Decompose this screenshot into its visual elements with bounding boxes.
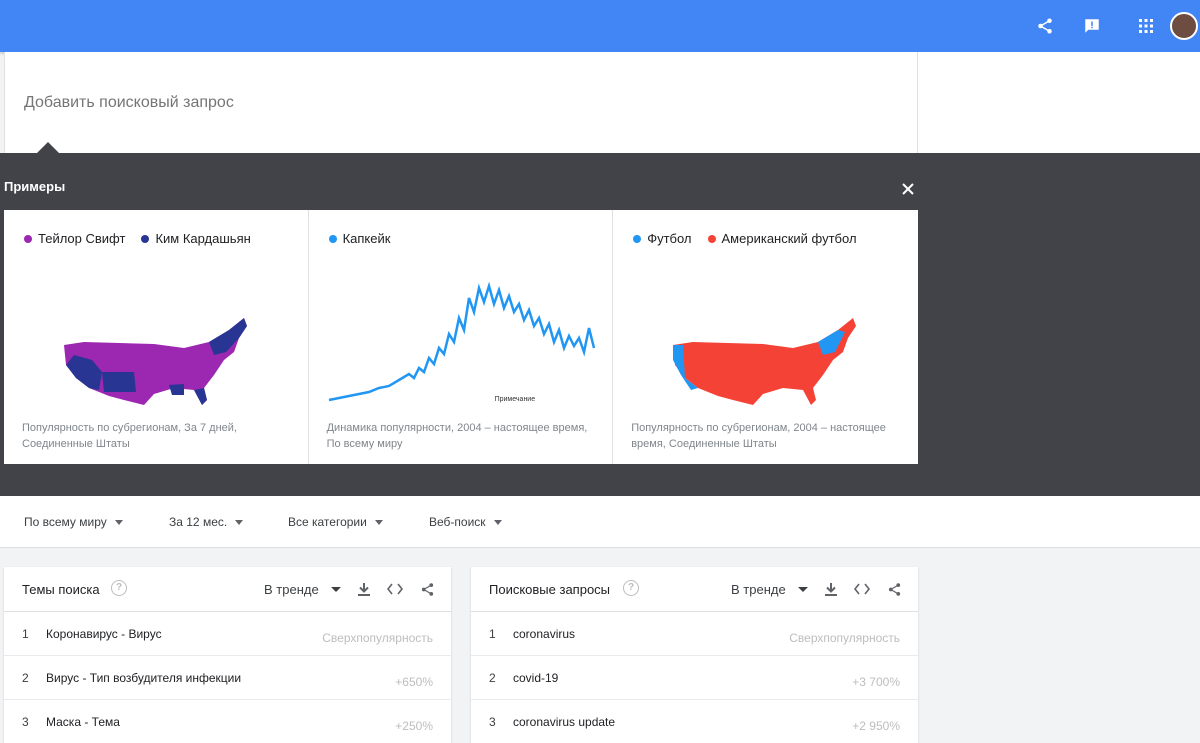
filter-label: Все категории [288,515,367,529]
row-value: +250% [395,719,433,733]
add-search-term-input[interactable]: Добавить поисковый запрос [24,94,234,112]
row-name: Вирус - Тип возбудителя инфекции [46,671,242,685]
dropdown-arrow-icon [374,519,383,525]
legend: Футбол Американский футбол [633,231,857,246]
filter-bar: По всему миру За 12 мес. Все категории В… [0,496,1200,548]
row-rank: 2 [489,671,496,685]
filter-label: Веб-поиск [429,515,486,529]
period-filter[interactable]: За 12 мес. [169,515,244,529]
row-rank: 1 [489,627,496,641]
example-caption: Динамика популярности, 2004 – настоящее … [326,422,588,450]
dropdown-arrow-icon [493,519,502,525]
filter-label: За 12 мес. [169,515,228,529]
selector-label: В тренде [731,582,786,597]
example-cards: Тейлор Свифт Ким Кардашьян Популярность … [4,210,918,464]
row-name: coronavirus update [513,715,616,729]
example-card-cupcake[interactable]: Капкейк Примечание Динамика популярности… [309,210,614,464]
dropdown-arrow-icon [235,519,244,525]
category-filter[interactable]: Все категории [288,515,383,529]
search-type-filter[interactable]: Веб-поиск [429,515,502,529]
us-map-red [673,318,857,405]
apps-grid-icon[interactable] [1134,14,1158,38]
row-value: +650% [395,675,433,689]
example-card-football[interactable]: Футбол Американский футбол Популярность … [613,210,918,464]
table-row[interactable]: 1 coronavirus Сверхпопулярность [471,612,918,656]
legend-dot [141,234,150,243]
examples-title: Примеры [4,179,66,194]
legend-dot [707,234,716,243]
example-card-taylor-kim[interactable]: Тейлор Свифт Ким Кардашьян Популярность … [4,210,309,464]
legend-label: Ким Кардашьян [155,231,251,246]
row-value: +2 950% [852,719,900,733]
row-name: coronavirus [513,627,576,641]
legend-item: Тейлор Свифт [24,231,125,246]
example-caption: Популярность по субрегионам, 2004 – наст… [631,422,886,450]
popover-caret [36,142,60,154]
dropdown-arrow-icon [330,587,341,592]
dropdown-arrow-icon [797,587,808,592]
related-topics-widget: Темы поиска ? В тренде 1 Коронавирус - Ви… [4,567,451,743]
legend-dot [328,234,337,243]
legend-item: Капкейк [328,231,391,246]
help-icon[interactable]: ? [623,580,639,596]
table-row[interactable]: 1 Коронавирус - Вирус Сверхпопулярность [4,612,451,656]
embed-icon[interactable] [386,580,404,598]
legend: Капкейк [328,231,391,246]
dropdown-arrow-icon [114,519,123,525]
row-value: +3 700% [852,675,900,689]
row-name: Коронавирус - Вирус [46,627,162,641]
legend-item: Американский футбол [707,231,857,246]
legend-item: Ким Кардашьян [141,231,251,246]
filter-label: По всему миру [24,515,107,529]
search-card: Добавить поисковый запрос [4,52,918,153]
selector-label: В тренде [264,582,319,597]
legend-label: Тейлор Свифт [38,231,126,246]
trend-line-chart [328,281,595,402]
row-rank: 2 [22,671,29,685]
related-queries-widget: Поисковые запросы ? В тренде 1 coronaviru… [471,567,918,743]
widget-header: Темы поиска ? В тренде [4,567,451,612]
widget-title: Темы поиска [22,582,100,597]
legend: Тейлор Свифт Ким Кардашьян [24,231,251,246]
share-icon[interactable] [885,580,903,598]
close-icon[interactable] [898,179,918,199]
help-icon[interactable]: ? [111,580,127,596]
widget-title: Поисковые запросы [489,582,611,597]
row-name: Маска - Тема [46,715,120,729]
legend-label: Американский футбол [721,231,857,246]
trend-selector[interactable]: В тренде [731,582,808,597]
share-icon[interactable] [418,580,436,598]
side-panel [918,52,1200,153]
share-icon[interactable] [1033,14,1057,38]
table-row[interactable]: 3 coronavirus update +2 950% [471,700,918,743]
chart-note: Примечание [494,396,536,403]
region-filter[interactable]: По всему миру [24,515,123,529]
table-row[interactable]: 2 covid-19 +3 700% [471,656,918,700]
table-row[interactable]: 3 Маска - Тема +250% [4,700,451,743]
avatar[interactable] [1170,12,1198,40]
legend-label: Футбол [647,231,692,246]
row-rank: 3 [489,715,496,729]
trend-selector[interactable]: В тренде [264,582,341,597]
us-map-purple [64,318,247,405]
widget-header: Поисковые запросы ? В тренде [471,567,918,612]
row-name: covid-19 [513,671,559,685]
example-caption: Популярность по субрегионам, За 7 дней, … [22,422,237,450]
examples-panel: Примеры Тейлор Свифт Ким Кардашьян Попул… [0,153,1200,496]
row-value: Сверхпопулярность [789,631,900,645]
table-row[interactable]: 2 Вирус - Тип возбудителя инфекции +650% [4,656,451,700]
app-bar [0,0,1200,52]
legend-item: Футбол [633,231,692,246]
row-rank: 3 [22,715,29,729]
feedback-icon[interactable] [1080,14,1104,38]
legend-label: Капкейк [342,231,391,246]
download-icon[interactable] [822,580,840,598]
download-icon[interactable] [355,580,373,598]
row-rank: 1 [22,627,29,641]
embed-icon[interactable] [853,580,871,598]
row-value: Сверхпопулярность [322,631,433,645]
legend-dot [24,234,32,243]
legend-dot [633,234,642,243]
